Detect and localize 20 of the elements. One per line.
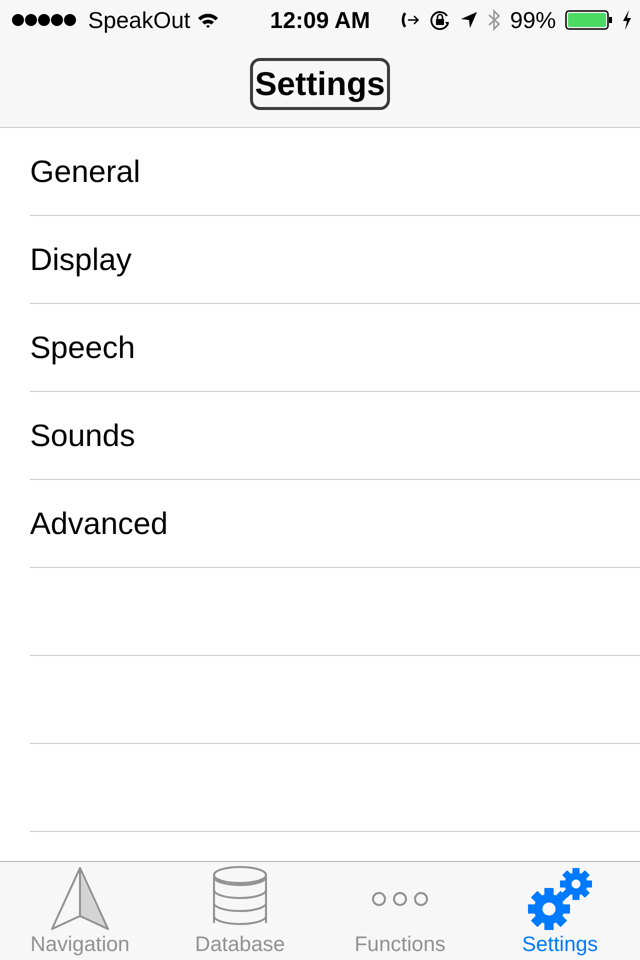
location-arrow-icon [460, 11, 478, 29]
call-forward-icon [400, 11, 420, 29]
carrier-name: SpeakOut [88, 6, 190, 34]
wifi-icon [196, 11, 220, 29]
screen-title: Settings [250, 58, 390, 110]
settings-row[interactable]: General [30, 128, 640, 216]
settings-row[interactable]: Advanced [30, 480, 640, 568]
charging-bolt-icon [622, 10, 632, 30]
rotation-lock-icon [428, 9, 451, 31]
battery-percent: 99% [510, 6, 556, 34]
settings-row[interactable]: Sounds [30, 392, 640, 480]
settings-row[interactable]: Speech [30, 304, 640, 392]
gears-icon [527, 867, 593, 931]
tab-bar-item[interactable]: Settings [480, 862, 640, 960]
bluetooth-icon [486, 9, 501, 31]
navigation-arrow-icon [49, 866, 111, 932]
clock-time: 12:09 AM [270, 6, 370, 34]
settings-row[interactable]: Display [30, 216, 640, 304]
more-dots-icon [371, 891, 429, 907]
battery-icon [564, 10, 613, 30]
